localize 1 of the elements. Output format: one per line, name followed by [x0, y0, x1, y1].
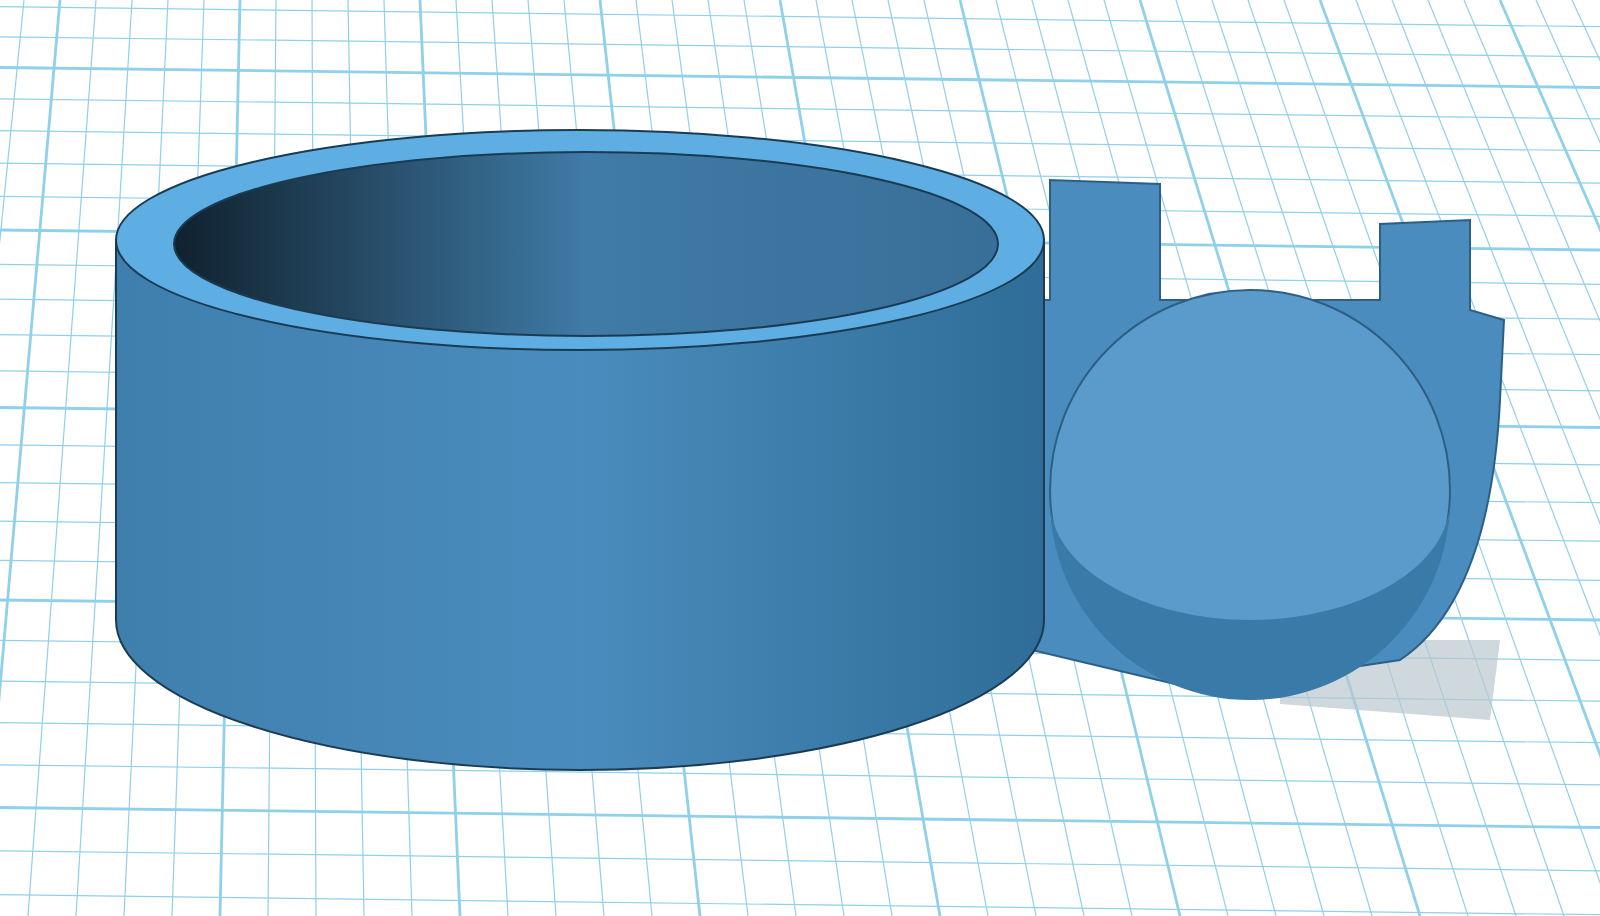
cup-holder-model-drawing[interactable]	[115, 129, 1505, 771]
